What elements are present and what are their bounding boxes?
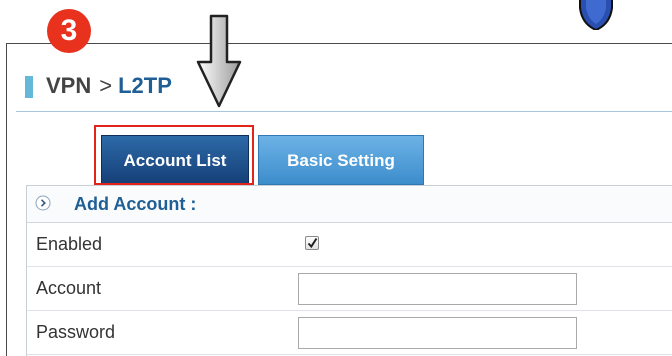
enabled-label: Enabled: [36, 234, 103, 254]
password-label: Password: [36, 322, 116, 342]
panel-title: Add Account :: [74, 194, 197, 214]
header-accent-bar: [25, 76, 33, 98]
header-divider: [16, 111, 672, 112]
expand-icon[interactable]: [35, 195, 51, 211]
breadcrumb-current: L2TP: [118, 73, 172, 98]
tab-basic-setting[interactable]: Basic Setting: [258, 135, 424, 185]
add-account-panel: Add Account : Enabled Account Password: [26, 185, 672, 356]
panel-header[interactable]: Add Account :: [27, 186, 672, 223]
frame-left-border: [6, 43, 7, 356]
form-row-account: Account: [27, 267, 672, 311]
account-input[interactable]: [298, 273, 577, 305]
highlight-box: [94, 125, 254, 185]
enabled-checkbox[interactable]: [305, 236, 319, 250]
checkmark-icon: [307, 237, 318, 249]
frame-top-border: [6, 43, 672, 44]
breadcrumb: VPN > L2TP: [46, 73, 172, 99]
form-row-password: Password: [27, 311, 672, 355]
breadcrumb-separator: >: [99, 73, 113, 98]
breadcrumb-section[interactable]: VPN: [46, 73, 91, 98]
account-label: Account: [36, 278, 102, 298]
form-row-enabled: Enabled: [27, 223, 672, 267]
pointer-arrow-icon: [196, 14, 242, 108]
password-input[interactable]: [298, 317, 577, 349]
step-badge: 3: [47, 9, 91, 53]
shield-icon: [579, 0, 613, 30]
